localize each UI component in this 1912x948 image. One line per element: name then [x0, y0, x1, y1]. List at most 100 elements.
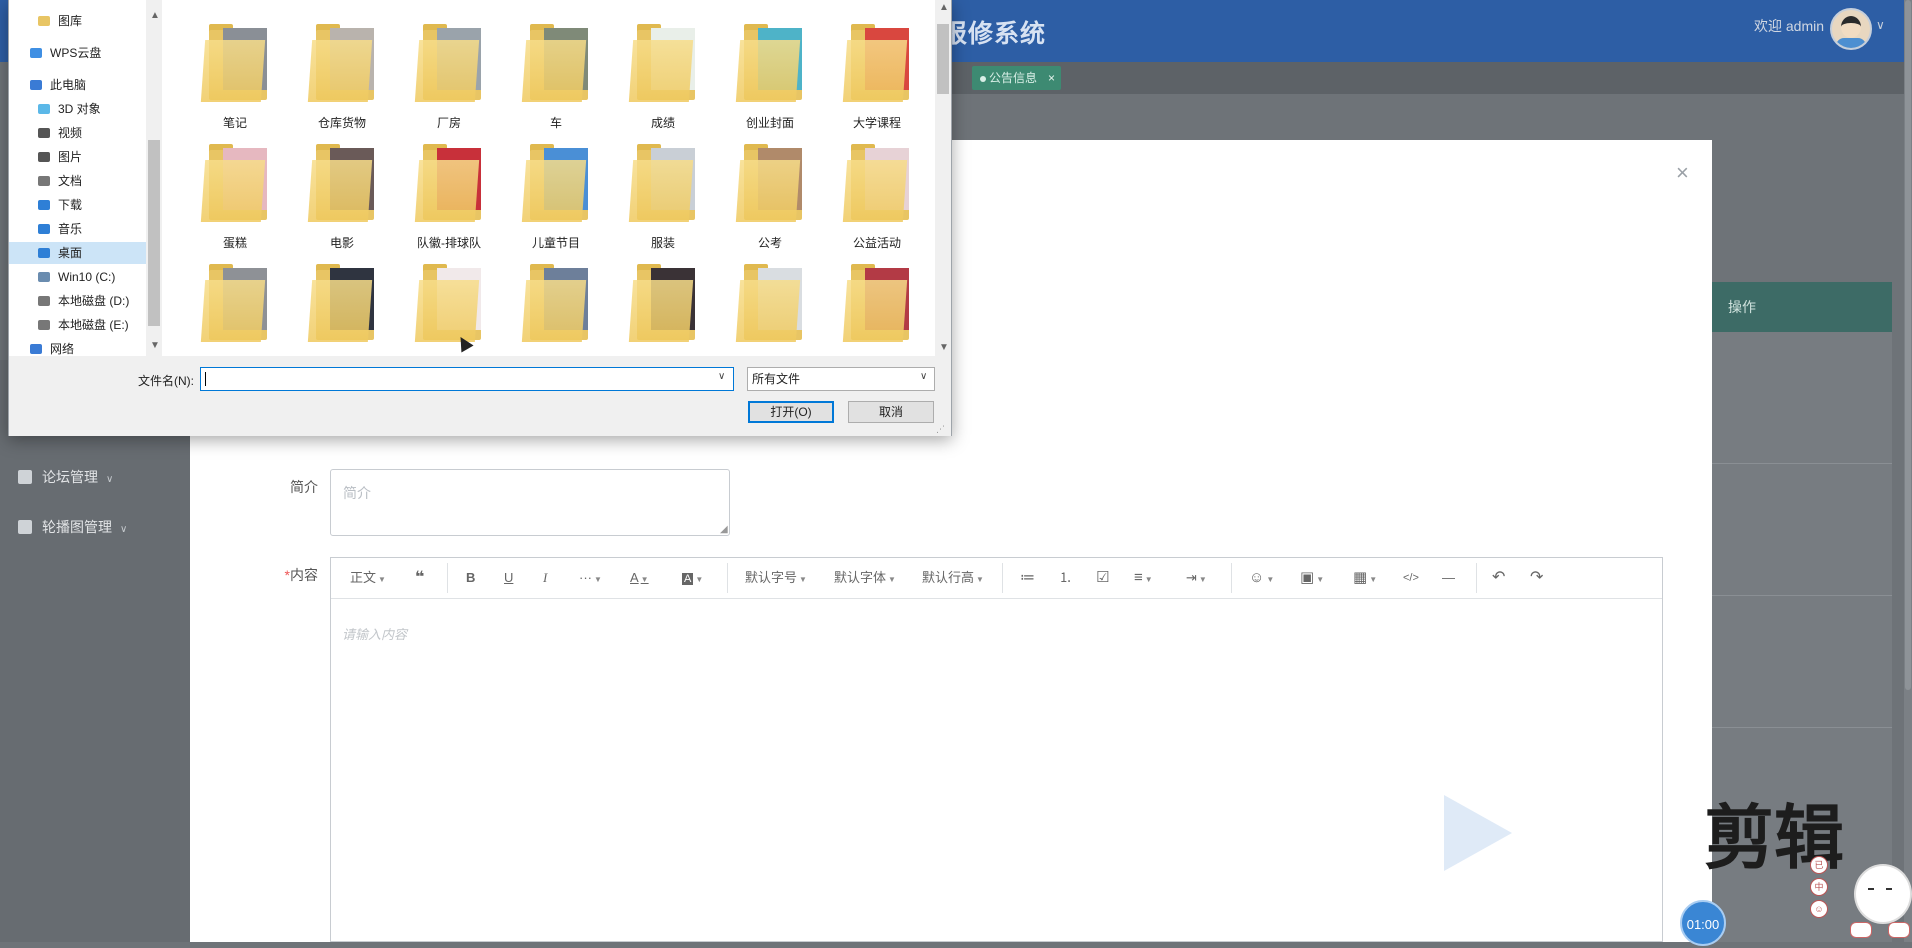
watermark-play-icon	[1444, 795, 1512, 871]
italic-icon[interactable]: I	[543, 568, 547, 588]
cube-icon	[38, 99, 52, 114]
avatar[interactable]	[1830, 8, 1872, 50]
toolbar-divider	[1231, 563, 1232, 593]
folder-front	[735, 40, 801, 102]
line-height-dropdown[interactable]: 默认行高 ▼	[922, 568, 984, 588]
chevron-down-icon[interactable]: ∨	[1876, 18, 1885, 32]
cancel-button[interactable]: 取消	[848, 401, 934, 423]
underline-icon[interactable]: U	[504, 568, 513, 588]
mini-tool-button[interactable]: 中	[1810, 878, 1828, 896]
nav-item-label: 桌面	[58, 246, 83, 260]
image-icon[interactable]: ▣ ▼	[1300, 568, 1324, 588]
nav-item[interactable]: WPS云盘	[30, 42, 101, 64]
folder-item[interactable]: 儿童节目	[506, 142, 606, 260]
emoji-icon[interactable]: ☺ ▼	[1249, 568, 1274, 588]
font-size-dropdown[interactable]: 默认字号 ▼	[745, 568, 807, 588]
page-scrollbar-thumb[interactable]	[1905, 0, 1911, 690]
nav-item[interactable]: 3D 对象	[38, 98, 101, 120]
table-icon[interactable]: ▦ ▼	[1353, 568, 1377, 588]
recording-timer[interactable]: 01:00	[1680, 900, 1726, 946]
folder-item[interactable]: 蛋糕	[185, 142, 285, 260]
chevron-down-icon[interactable]: ∨	[920, 371, 927, 382]
nav-item[interactable]: 图片	[38, 146, 82, 168]
more-styles-icon[interactable]: ··· ▼	[579, 568, 602, 588]
undo-icon[interactable]: ↶	[1492, 568, 1505, 588]
filename-input[interactable]	[200, 367, 734, 391]
bold-icon[interactable]: B	[466, 568, 475, 588]
folder-item[interactable]: 公益活动	[827, 142, 927, 260]
nav-item-label: 视频	[58, 126, 83, 140]
font-family-dropdown[interactable]: 默认字体 ▼	[834, 568, 896, 588]
folder-item[interactable]: 车	[506, 22, 606, 140]
numbered-list-icon[interactable]: ⒈	[1059, 568, 1072, 588]
font-color-icon[interactable]: A ▼	[630, 568, 649, 588]
paragraph-style-dropdown[interactable]: 正文 ▼	[350, 568, 386, 588]
nav-scrollbar-thumb[interactable]	[148, 140, 160, 326]
background-color-icon[interactable]: A ▼	[682, 568, 703, 588]
folder-item[interactable]: 公考	[720, 142, 820, 260]
code-icon[interactable]: </>	[1403, 568, 1419, 588]
nav-item[interactable]: 桌面	[38, 242, 82, 264]
folder-front	[628, 280, 694, 342]
sidebar-item-forum[interactable]: 论坛管理 ∨	[18, 467, 113, 487]
sidebar	[0, 360, 190, 942]
scroll-up-icon[interactable]: ▲	[150, 10, 160, 21]
nav-item[interactable]: 本地磁盘 (D:)	[38, 290, 129, 312]
indent-icon[interactable]: ⇥ ▼	[1186, 568, 1207, 588]
nav-item[interactable]: 下载	[38, 194, 82, 216]
close-icon[interactable]: ×	[1676, 160, 1689, 186]
chevron-down-icon[interactable]: ∨	[718, 371, 725, 382]
folder-item[interactable]	[827, 262, 927, 348]
folder-front	[307, 40, 373, 102]
align-icon[interactable]: ≡ ▼	[1134, 568, 1153, 588]
sidebar-item-carousel[interactable]: 轮播图管理 ∨	[18, 517, 127, 537]
intro-textarea[interactable]	[330, 469, 730, 536]
nav-item[interactable]: 文档	[38, 170, 82, 192]
folder-item[interactable]: 服装	[613, 142, 713, 260]
nav-item[interactable]: 视频	[38, 122, 82, 144]
folder-item[interactable]	[613, 262, 713, 348]
quote-icon[interactable]: ❝	[415, 568, 424, 588]
folder-item[interactable]: 厂房	[399, 22, 499, 140]
folder-front	[521, 160, 587, 222]
close-tab-icon[interactable]: ×	[1048, 66, 1055, 90]
folder-item[interactable]: 仓库货物	[292, 22, 392, 140]
font-color-glyph: A	[630, 570, 639, 585]
scroll-up-icon[interactable]: ▲	[939, 2, 949, 13]
folder-item[interactable]: 成绩	[613, 22, 713, 140]
nav-item[interactable]: 图库	[38, 10, 82, 32]
nav-item[interactable]: 此电脑	[30, 74, 86, 96]
nav-item[interactable]: 本地磁盘 (E:)	[38, 314, 129, 336]
resize-grip-icon[interactable]: ⋰	[936, 424, 945, 435]
folder-item[interactable]	[720, 262, 820, 348]
folder-item[interactable]	[292, 262, 392, 348]
folder-front	[842, 160, 908, 222]
folder-item[interactable]	[399, 262, 499, 348]
nav-item[interactable]: Win10 (C:)	[38, 266, 115, 288]
folder-item[interactable]: 队徽-排球队	[399, 142, 499, 260]
text-caret	[205, 372, 206, 386]
filetype-select[interactable]: 所有文件	[747, 367, 935, 391]
redo-icon[interactable]: ↷	[1530, 568, 1543, 588]
image-glyph: ▣	[1300, 569, 1315, 586]
folder-item[interactable]	[185, 262, 285, 348]
open-button[interactable]: 打开(O)	[748, 401, 834, 423]
folder-item[interactable]: 创业封面	[720, 22, 820, 140]
folder-item[interactable]: 大学课程	[827, 22, 927, 140]
todo-icon[interactable]: ☑	[1096, 568, 1109, 588]
folder-item[interactable]	[506, 262, 606, 348]
folder-item[interactable]: 笔记	[185, 22, 285, 140]
mini-tool-button[interactable]: 已	[1810, 856, 1828, 874]
nav-item[interactable]: 音乐	[38, 218, 82, 240]
scroll-down-icon[interactable]: ▼	[150, 340, 160, 351]
scroll-down-icon[interactable]: ▼	[939, 342, 949, 353]
divider-line-icon[interactable]: ―	[1442, 568, 1455, 588]
nav-item-label: 本地磁盘 (E:)	[58, 318, 129, 332]
folder-item[interactable]: 电影	[292, 142, 392, 260]
tab-notice[interactable]: 公告信息 ×	[972, 66, 1062, 90]
resize-handle-icon[interactable]: ◢	[720, 524, 728, 535]
folder-front	[735, 280, 801, 342]
files-scrollbar-thumb[interactable]	[937, 24, 949, 94]
mini-tool-button[interactable]: ☺	[1810, 900, 1828, 918]
bullet-list-icon[interactable]: ≔	[1020, 568, 1035, 588]
